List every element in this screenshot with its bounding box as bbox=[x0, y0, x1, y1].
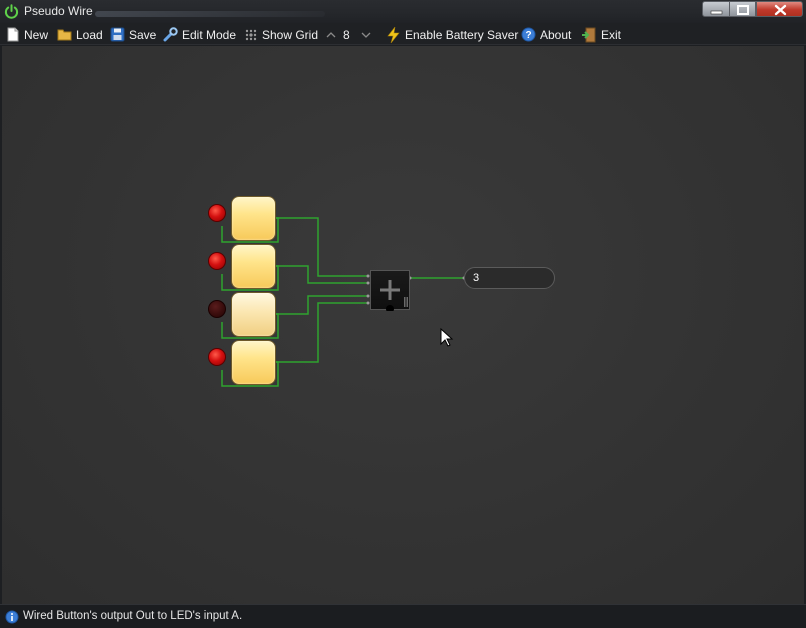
title-blur bbox=[95, 11, 325, 17]
battery-saver-label: Enable Battery Saver bbox=[405, 27, 519, 42]
exit-button[interactable]: Exit bbox=[581, 26, 621, 43]
edit-mode-button[interactable]: Edit Mode bbox=[163, 26, 236, 43]
window-title: Pseudo Wire bbox=[24, 4, 93, 18]
wrench-icon bbox=[163, 27, 178, 42]
new-button[interactable]: New bbox=[6, 26, 48, 43]
show-grid-label: Show Grid bbox=[262, 27, 319, 42]
grid-size-decrease-button[interactable] bbox=[361, 26, 375, 43]
close-button[interactable] bbox=[756, 1, 803, 17]
new-label: New bbox=[24, 27, 49, 42]
push-button[interactable] bbox=[231, 244, 276, 289]
about-label: About bbox=[540, 27, 572, 42]
maximize-button[interactable] bbox=[729, 1, 756, 17]
adder-chip[interactable] bbox=[370, 270, 410, 313]
edit-mode-label: Edit Mode bbox=[182, 27, 237, 42]
wire-button-2-adder bbox=[276, 265, 368, 284]
chevron-down-icon bbox=[361, 32, 371, 38]
chevron-up-icon bbox=[326, 31, 336, 37]
minimize-icon bbox=[710, 10, 723, 15]
load-button[interactable]: Load bbox=[57, 26, 103, 43]
push-button[interactable] bbox=[231, 340, 276, 385]
circuit-canvas[interactable]: 3 bbox=[2, 46, 804, 604]
wire-button-4-adder bbox=[276, 302, 368, 363]
mouse-cursor-icon bbox=[440, 328, 454, 347]
power-icon bbox=[4, 4, 19, 19]
status-bar: Wired Button's output Out to LED's input… bbox=[0, 604, 806, 628]
number-display[interactable]: 3 bbox=[464, 267, 555, 289]
grid-size-increase-button[interactable] bbox=[326, 26, 340, 43]
wires-layer bbox=[221, 217, 466, 387]
svg-text:?: ? bbox=[525, 30, 531, 41]
grid-size-label: 8 bbox=[343, 27, 350, 42]
show-grid-button[interactable]: Show Grid bbox=[244, 26, 318, 43]
led[interactable] bbox=[208, 204, 226, 222]
wire-button-1-adder bbox=[276, 217, 368, 277]
close-icon bbox=[774, 4, 787, 16]
push-button[interactable] bbox=[231, 196, 276, 241]
info-icon bbox=[5, 610, 19, 624]
toolbar: New Load Save Edit Mode Show Grid 8 Enab… bbox=[0, 23, 806, 45]
floppy-disk-icon bbox=[110, 27, 125, 42]
help-icon: ? bbox=[521, 27, 536, 42]
push-button[interactable] bbox=[231, 292, 276, 337]
save-label: Save bbox=[129, 27, 157, 42]
status-message: Wired Button's output Out to LED's input… bbox=[23, 610, 243, 622]
save-button[interactable]: Save bbox=[110, 26, 156, 43]
title-bar: Pseudo Wire bbox=[0, 0, 806, 23]
led[interactable] bbox=[208, 252, 226, 270]
grid-icon bbox=[245, 29, 257, 40]
exit-door-icon bbox=[582, 27, 596, 42]
about-button[interactable]: ? About bbox=[521, 26, 571, 43]
battery-saver-button[interactable]: Enable Battery Saver bbox=[386, 26, 518, 43]
load-label: Load bbox=[76, 27, 103, 42]
lightning-icon bbox=[387, 26, 400, 43]
led[interactable] bbox=[208, 348, 226, 366]
folder-icon bbox=[57, 29, 72, 41]
grid-size-value: 8 bbox=[343, 26, 350, 43]
new-file-icon bbox=[7, 27, 19, 42]
maximize-icon bbox=[737, 5, 749, 15]
display-value: 3 bbox=[473, 272, 480, 284]
led[interactable] bbox=[208, 300, 226, 318]
wire-button-3-adder bbox=[276, 295, 368, 315]
minimize-button[interactable] bbox=[702, 1, 730, 17]
plus-icon bbox=[380, 280, 408, 313]
exit-label: Exit bbox=[601, 27, 622, 42]
